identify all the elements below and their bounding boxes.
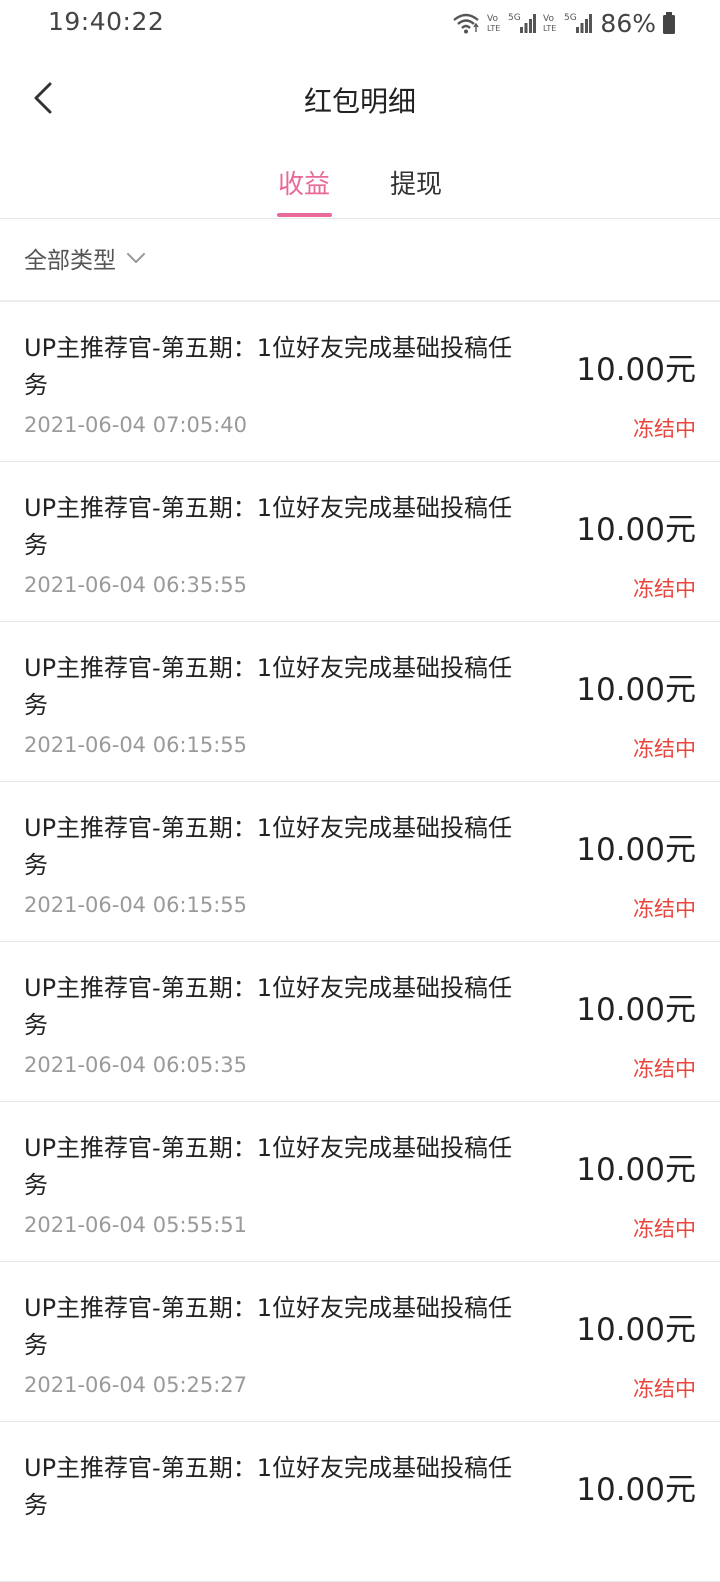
earnings-list: UP主推荐官-第五期：1位好友完成基础投稿任务 2021-06-04 07:05… bbox=[0, 302, 720, 1582]
item-status: 冻结中 bbox=[633, 417, 696, 441]
item-time: 2021-06-04 06:15:55 bbox=[24, 893, 248, 917]
item-title: UP主推荐官-第五期：1位好友完成基础投稿任务 bbox=[24, 974, 512, 1039]
item-amount: 10.00元 bbox=[576, 992, 696, 1028]
type-filter-dropdown[interactable]: 全部类型 bbox=[24, 240, 146, 276]
item-status: 冻结中 bbox=[633, 897, 696, 921]
item-time: 2021-06-04 05:55:51 bbox=[24, 1213, 248, 1237]
item-status: 冻结中 bbox=[633, 577, 696, 601]
item-time: 2021-06-04 05:25:27 bbox=[24, 1373, 248, 1397]
signal-5g-icon: 5G bbox=[564, 11, 593, 35]
item-amount: 10.00元 bbox=[576, 1152, 696, 1188]
item-amount: 10.00元 bbox=[576, 672, 696, 708]
tab-bar: 收益 提现 bbox=[0, 150, 720, 218]
item-amount: 10.00元 bbox=[576, 352, 696, 388]
item-status: 冻结中 bbox=[633, 1377, 696, 1401]
battery-percent: 86% bbox=[600, 8, 656, 38]
svg-text:5G: 5G bbox=[508, 13, 521, 23]
status-icons: Vo LTE 5G Vo LTE 5G 86% bbox=[452, 8, 676, 38]
item-time: 2021-06-04 06:35:55 bbox=[24, 573, 248, 597]
type-filter-label: 全部类型 bbox=[24, 248, 116, 274]
battery-icon bbox=[662, 11, 676, 35]
list-item[interactable]: UP主推荐官-第五期：1位好友完成基础投稿任务 2021-06-04 06:15… bbox=[0, 782, 720, 942]
volte-icon: Vo LTE bbox=[542, 12, 558, 34]
svg-text:Vo: Vo bbox=[543, 14, 554, 24]
item-status: 冻结中 bbox=[633, 1217, 696, 1241]
list-item[interactable]: UP主推荐官-第五期：1位好友完成基础投稿任务 2021-06-04 06:35… bbox=[0, 462, 720, 622]
item-amount: 10.00元 bbox=[576, 512, 696, 548]
list-item[interactable]: UP主推荐官-第五期：1位好友完成基础投稿任务 2021-06-04 05:25… bbox=[0, 1262, 720, 1422]
item-title: UP主推荐官-第五期：1位好友完成基础投稿任务 bbox=[24, 814, 512, 879]
list-item[interactable]: UP主推荐官-第五期：1位好友完成基础投稿任务 2021-06-04 06:05… bbox=[0, 942, 720, 1102]
list-item[interactable]: UP主推荐官-第五期：1位好友完成基础投稿任务 2021-06-04 05:55… bbox=[0, 1102, 720, 1262]
status-bar: 19:40:22 Vo LTE 5G Vo LTE 5G 86% bbox=[0, 0, 720, 46]
divider bbox=[0, 218, 720, 219]
item-title: UP主推荐官-第五期：1位好友完成基础投稿任务 bbox=[24, 1454, 512, 1519]
item-status: 冻结中 bbox=[633, 737, 696, 761]
tab-active-indicator bbox=[277, 213, 332, 217]
list-item[interactable]: UP主推荐官-第五期：1位好友完成基础投稿任务 2021-06-04 07:05… bbox=[0, 302, 720, 462]
item-amount: 10.00元 bbox=[576, 832, 696, 868]
list-item[interactable]: UP主推荐官-第五期：1位好友完成基础投稿任务 10.00元 bbox=[0, 1422, 720, 1582]
list-item[interactable]: UP主推荐官-第五期：1位好友完成基础投稿任务 2021-06-04 06:15… bbox=[0, 622, 720, 782]
svg-text:LTE: LTE bbox=[487, 24, 500, 33]
tab-income[interactable]: 收益 bbox=[278, 164, 330, 201]
svg-text:5G: 5G bbox=[564, 13, 577, 23]
signal-5g-icon: 5G bbox=[508, 11, 537, 35]
volte-icon: Vo LTE bbox=[486, 12, 502, 34]
item-title: UP主推荐官-第五期：1位好友完成基础投稿任务 bbox=[24, 334, 512, 399]
item-amount: 10.00元 bbox=[576, 1472, 696, 1508]
item-amount: 10.00元 bbox=[576, 1312, 696, 1348]
item-title: UP主推荐官-第五期：1位好友完成基础投稿任务 bbox=[24, 1134, 512, 1199]
svg-text:Vo: Vo bbox=[487, 14, 498, 24]
status-time: 19:40:22 bbox=[48, 7, 165, 36]
page-title: 红包明细 bbox=[303, 85, 416, 118]
chevron-down-icon bbox=[126, 249, 146, 268]
item-time: 2021-06-04 07:05:40 bbox=[24, 413, 248, 437]
item-status: 冻结中 bbox=[633, 1057, 696, 1081]
title-bar: 红包明细 bbox=[0, 60, 720, 140]
item-title: UP主推荐官-第五期：1位好友完成基础投稿任务 bbox=[24, 1294, 512, 1359]
wifi-icon bbox=[452, 12, 480, 34]
svg-text:LTE: LTE bbox=[543, 24, 556, 33]
item-time: 2021-06-04 06:05:35 bbox=[24, 1053, 248, 1077]
item-title: UP主推荐官-第五期：1位好友完成基础投稿任务 bbox=[24, 654, 512, 719]
item-title: UP主推荐官-第五期：1位好友完成基础投稿任务 bbox=[24, 494, 512, 559]
item-time: 2021-06-04 06:15:55 bbox=[24, 733, 248, 757]
tab-withdraw[interactable]: 提现 bbox=[390, 164, 442, 201]
